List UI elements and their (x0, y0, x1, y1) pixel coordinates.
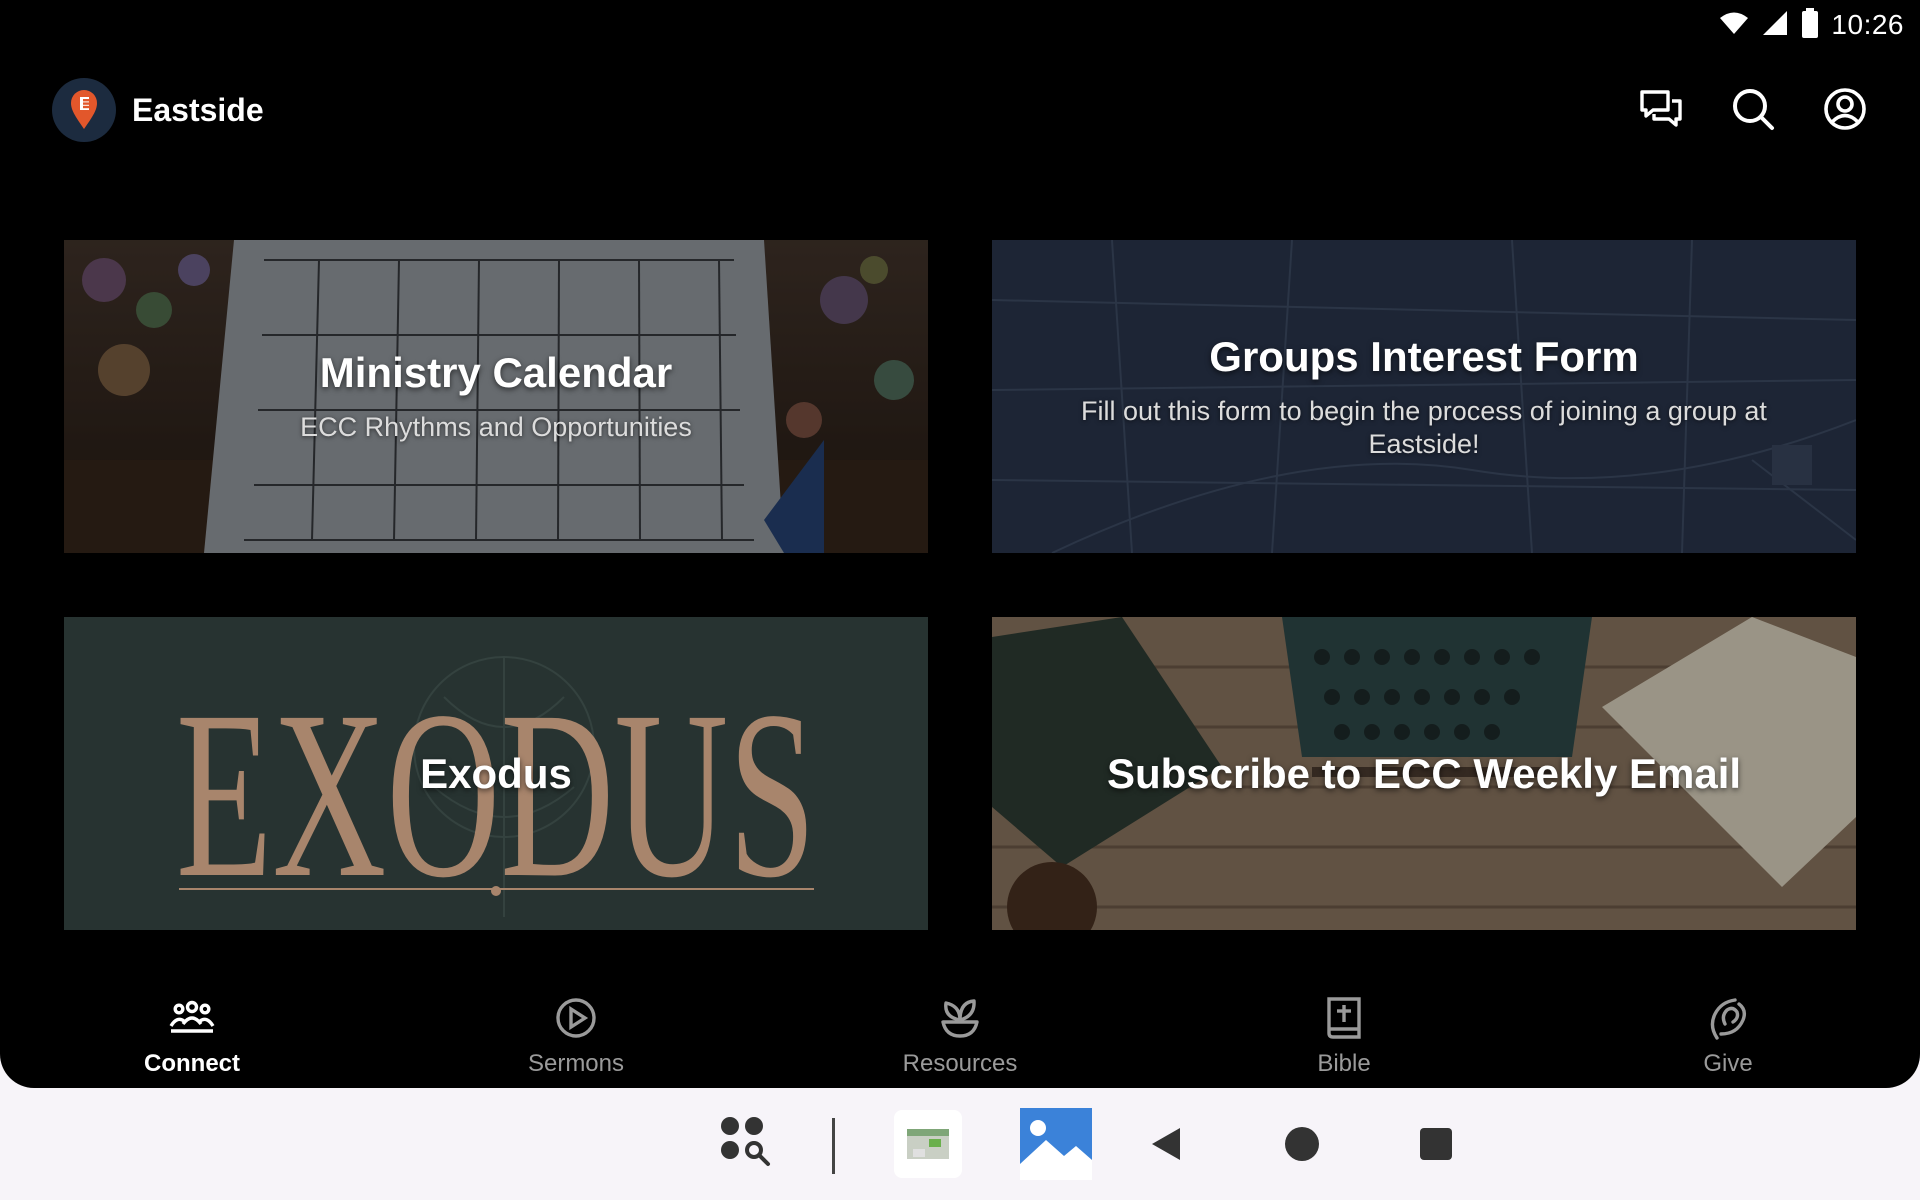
clock: 10:26 (1831, 9, 1904, 40)
recents-button[interactable] (1400, 1110, 1472, 1182)
nav-sermons[interactable]: Sermons (384, 988, 768, 1088)
nav-resources[interactable]: Resources (768, 988, 1152, 1088)
chat-icon (1639, 89, 1683, 134)
card-subtitle: Fill out this form to begin the process … (1081, 395, 1767, 459)
messages-button[interactable] (1638, 88, 1684, 134)
app-window: 10:26 Eastside Ministry Calendar ECC Rhy… (0, 0, 1920, 1088)
card-title: Groups Interest Form (1209, 332, 1639, 380)
brand[interactable]: Eastside (52, 78, 264, 142)
app-drawer-button[interactable] (712, 1110, 784, 1182)
search-button[interactable] (1730, 88, 1776, 134)
status-bar: 10:26 (0, 0, 1920, 50)
search-icon (1731, 87, 1775, 136)
give-icon (1704, 994, 1752, 1042)
gallery-app-icon (1020, 1107, 1092, 1185)
card-subtitle: ECC Rhythms and Opportunities (300, 412, 692, 442)
bottom-navigation: Connect Sermons Resources Bible Give (0, 988, 1920, 1088)
nav-label: Give (1703, 1050, 1753, 1077)
bible-icon (1320, 994, 1368, 1042)
people-icon (168, 994, 216, 1042)
nav-give[interactable]: Give (1536, 988, 1920, 1088)
account-circle-icon (1823, 87, 1867, 136)
nav-label: Bible (1317, 1050, 1371, 1077)
play-circle-icon (552, 994, 600, 1042)
spreadsheet-app-icon (893, 1109, 963, 1184)
exodus-card[interactable]: EXODUS Exodus (64, 617, 928, 930)
wifi-icon (1719, 10, 1749, 41)
taskbar-app-gallery[interactable] (1020, 1107, 1092, 1185)
back-triangle-icon (1148, 1124, 1184, 1169)
status-icons: 10:26 (1719, 7, 1904, 43)
system-taskbar (0, 1088, 1920, 1200)
nav-label: Connect (144, 1050, 240, 1077)
taskbar-divider (832, 1118, 835, 1174)
nav-bible[interactable]: Bible (1152, 988, 1536, 1088)
taskbar-app-sheets[interactable] (892, 1109, 964, 1184)
home-button[interactable] (1266, 1110, 1338, 1182)
profile-button[interactable] (1822, 87, 1868, 136)
ministry-calendar-card[interactable]: Ministry Calendar ECC Rhythms and Opport… (64, 240, 928, 553)
sprout-icon (936, 994, 984, 1042)
nav-label: Resources (902, 1050, 1018, 1077)
brand-name: Eastside (132, 91, 264, 128)
weekly-email-card[interactable]: Subscribe to ECC Weekly Email (992, 617, 1856, 930)
nav-connect[interactable]: Connect (0, 988, 384, 1088)
apps-search-icon (718, 1114, 778, 1179)
church-logo (52, 78, 116, 142)
card-title: Exodus (420, 749, 572, 797)
battery-icon (1801, 7, 1819, 43)
recents-square-icon (1418, 1126, 1454, 1167)
card-title: Ministry Calendar (319, 349, 673, 396)
card-title: Subscribe to ECC Weekly Email (1106, 749, 1742, 797)
home-circle-icon (1282, 1124, 1322, 1169)
nav-label: Sermons (527, 1050, 625, 1077)
top-actions (1638, 87, 1868, 136)
back-button[interactable] (1130, 1110, 1202, 1182)
signal-icon (1761, 9, 1789, 42)
groups-interest-form-card[interactable]: Groups Interest Form Fill out this form … (992, 240, 1856, 553)
